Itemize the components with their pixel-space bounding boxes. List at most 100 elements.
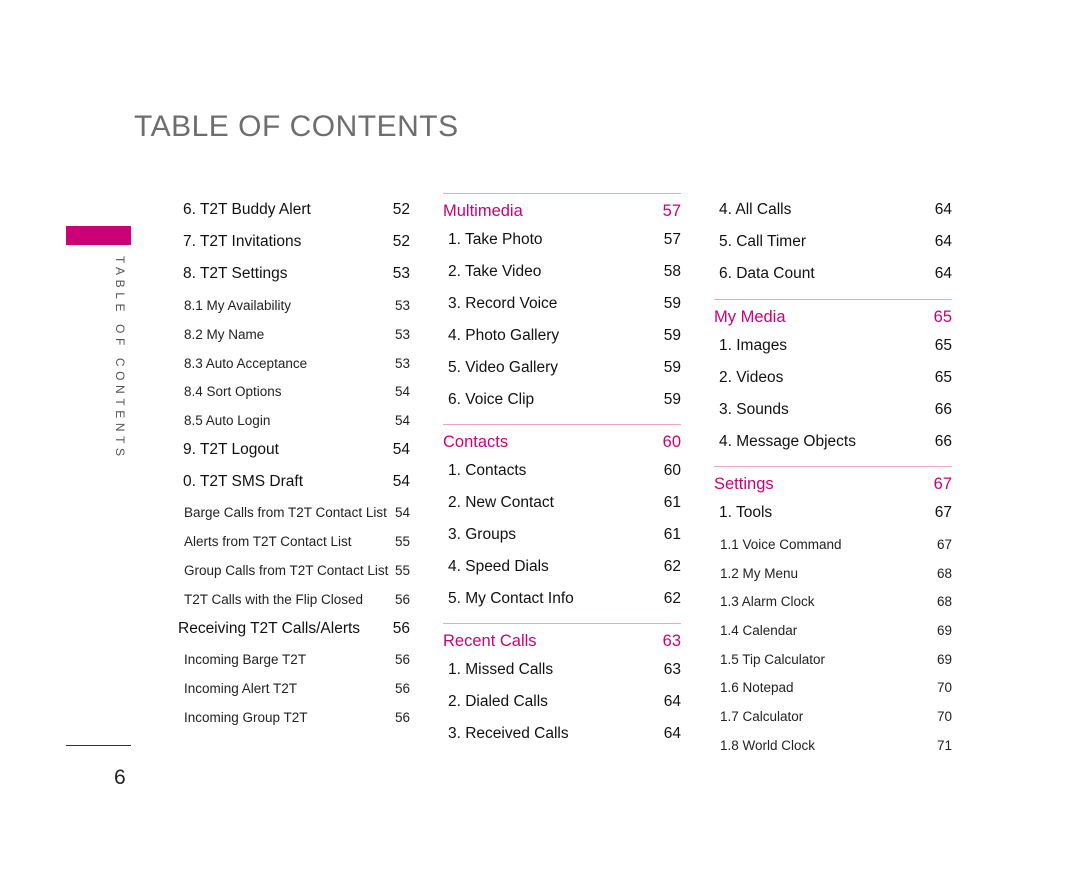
toc-entry[interactable]: Group Calls from T2T Contact List 55 bbox=[178, 563, 410, 578]
toc-entry[interactable]: 8.5 Auto Login 54 bbox=[178, 413, 410, 428]
toc-entry-title: T2T Calls with the Flip Closed bbox=[184, 592, 364, 607]
toc-entry[interactable]: 2. Take Video 58 bbox=[443, 263, 681, 281]
toc-entry[interactable]: 1.7 Calculator 70 bbox=[714, 709, 952, 724]
toc-entry[interactable]: 2. Videos 65 bbox=[714, 369, 952, 387]
toc-entry-title: 6. T2T Buddy Alert bbox=[183, 201, 311, 218]
toc-entry[interactable]: 1.8 World Clock 71 bbox=[714, 738, 952, 753]
toc-entry-title: 6. Voice Clip bbox=[448, 391, 535, 408]
toc-entry[interactable]: 1.4 Calendar 69 bbox=[714, 623, 952, 638]
toc-entry-page: 64 bbox=[934, 233, 952, 250]
toc-entry-title: 1. Tools bbox=[719, 504, 773, 521]
toc-entry[interactable]: 8.2 My Name 53 bbox=[178, 327, 410, 342]
toc-entry-title: 8.5 Auto Login bbox=[184, 413, 271, 428]
toc-entry-title: 7. T2T Invitations bbox=[183, 233, 302, 250]
toc-entry-page: 60 bbox=[662, 433, 681, 451]
toc-entry-title: 2. New Contact bbox=[448, 494, 554, 511]
toc-entry-page: 63 bbox=[663, 661, 681, 678]
toc-entry[interactable]: 3. Groups 61 bbox=[443, 526, 681, 544]
toc-entry-title: 1.7 Calculator bbox=[720, 709, 804, 724]
toc-entry[interactable]: 1.6 Notepad 70 bbox=[714, 680, 952, 695]
section-divider bbox=[443, 623, 681, 624]
toc-entry-title: 4. Photo Gallery bbox=[448, 327, 560, 344]
toc-entry-page: 53 bbox=[394, 327, 410, 342]
toc-entry-title: 5. My Contact Info bbox=[448, 590, 574, 607]
toc-entry-title: 5. Video Gallery bbox=[448, 359, 558, 376]
toc-entry[interactable]: 1.3 Alarm Clock 68 bbox=[714, 594, 952, 609]
toc-entry[interactable]: 2. New Contact 61 bbox=[443, 494, 681, 512]
toc-entry-title: Incoming Barge T2T bbox=[184, 652, 307, 667]
toc-entry-title: 0. T2T SMS Draft bbox=[183, 473, 304, 490]
toc-section-heading[interactable]: Contacts 60 bbox=[443, 433, 681, 452]
toc-entry-page: 67 bbox=[934, 504, 952, 521]
toc-entry-title: 1.4 Calendar bbox=[720, 623, 798, 638]
toc-entry-title: 1.5 Tip Calculator bbox=[720, 652, 826, 667]
toc-entry[interactable]: 4. Photo Gallery 59 bbox=[443, 327, 681, 345]
toc-entry-title: 1.3 Alarm Clock bbox=[720, 594, 815, 609]
toc-entry-page: 64 bbox=[934, 265, 952, 282]
toc-entry[interactable]: 8.3 Auto Acceptance 53 bbox=[178, 356, 410, 371]
toc-entry[interactable]: Barge Calls from T2T Contact List 54 bbox=[178, 505, 410, 520]
toc-entry[interactable]: 5. Call Timer 64 bbox=[714, 233, 952, 251]
toc-entry[interactable]: 6. Voice Clip 59 bbox=[443, 391, 681, 409]
toc-entry[interactable]: 9. T2T Logout 54 bbox=[178, 441, 410, 459]
toc-entry[interactable]: 3. Received Calls 64 bbox=[443, 725, 681, 743]
toc-entry[interactable]: Incoming Barge T2T 56 bbox=[178, 652, 410, 667]
toc-entry-title: 1.2 My Menu bbox=[720, 566, 799, 581]
toc-entry[interactable]: Incoming Group T2T 56 bbox=[178, 710, 410, 725]
toc-entry[interactable]: 1. Tools 67 bbox=[714, 504, 952, 522]
toc-entry[interactable]: 4. All Calls 64 bbox=[714, 201, 952, 219]
toc-entry-page: 54 bbox=[394, 413, 410, 428]
toc-entry-page: 59 bbox=[663, 391, 681, 408]
toc-entry-title: Incoming Group T2T bbox=[184, 710, 308, 725]
toc-section-heading[interactable]: Recent Calls 63 bbox=[443, 632, 681, 651]
toc-entry-title: 2. Dialed Calls bbox=[448, 693, 548, 710]
toc-section-heading[interactable]: Settings 67 bbox=[714, 475, 952, 494]
toc-entry[interactable]: T2T Calls with the Flip Closed 56 bbox=[178, 592, 410, 607]
toc-entry[interactable]: 3. Record Voice 59 bbox=[443, 295, 681, 313]
toc-entry-title: Multimedia bbox=[443, 202, 523, 220]
toc-entry-title: 4. Speed Dials bbox=[448, 558, 549, 575]
toc-entry-page: 64 bbox=[934, 201, 952, 218]
toc-entry[interactable]: 1. Take Photo 57 bbox=[443, 231, 681, 249]
toc-entry[interactable]: Incoming Alert T2T 56 bbox=[178, 681, 410, 696]
toc-entry-page: 67 bbox=[936, 537, 952, 552]
toc-entry-page: 63 bbox=[662, 632, 681, 650]
toc-entry[interactable]: 4. Message Objects 66 bbox=[714, 433, 952, 451]
toc-entry-page: 65 bbox=[934, 369, 952, 386]
toc-entry-title: 9. T2T Logout bbox=[183, 441, 279, 458]
side-section-label: TABLE OF CONTENTS bbox=[113, 256, 127, 461]
section-divider bbox=[443, 424, 681, 425]
toc-entry-title: 1.6 Notepad bbox=[720, 680, 794, 695]
toc-entry-page: 68 bbox=[936, 594, 952, 609]
toc-entry[interactable]: 1.1 Voice Command 67 bbox=[714, 537, 952, 552]
toc-section-heading[interactable]: Multimedia 57 bbox=[443, 202, 681, 221]
toc-entry[interactable]: 5. My Contact Info 62 bbox=[443, 590, 681, 608]
toc-entry-page: 65 bbox=[933, 308, 952, 326]
toc-entry[interactable]: 8. T2T Settings 53 bbox=[178, 265, 410, 283]
toc-entry[interactable]: 1. Missed Calls 63 bbox=[443, 661, 681, 679]
toc-entry[interactable]: Receiving T2T Calls/Alerts 56 bbox=[178, 620, 410, 638]
toc-entry[interactable]: 0. T2T SMS Draft 54 bbox=[178, 473, 410, 491]
toc-entry[interactable]: 3. Sounds 66 bbox=[714, 401, 952, 419]
toc-section-heading[interactable]: My Media 65 bbox=[714, 308, 952, 327]
toc-entry[interactable]: 2. Dialed Calls 64 bbox=[443, 693, 681, 711]
toc-entry-title: 8.3 Auto Acceptance bbox=[184, 356, 308, 371]
toc-entry[interactable]: 1. Contacts 60 bbox=[443, 462, 681, 480]
toc-entry[interactable]: 8.1 My Availability 53 bbox=[178, 298, 410, 313]
toc-entry-page: 61 bbox=[663, 526, 681, 543]
toc-entry[interactable]: 1. Images 65 bbox=[714, 337, 952, 355]
toc-entry[interactable]: 1.2 My Menu 68 bbox=[714, 566, 952, 581]
toc-entry[interactable]: 7. T2T Invitations 52 bbox=[178, 233, 410, 251]
toc-entry[interactable]: 6. T2T Buddy Alert 52 bbox=[178, 201, 410, 219]
toc-entry-title: 1. Images bbox=[719, 337, 788, 354]
toc-entry-title: Settings bbox=[714, 475, 774, 493]
toc-entry[interactable]: 5. Video Gallery 59 bbox=[443, 359, 681, 377]
toc-entry[interactable]: 6. Data Count 64 bbox=[714, 265, 952, 283]
toc-entry[interactable]: 8.4 Sort Options 54 bbox=[178, 384, 410, 399]
toc-entry[interactable]: Alerts from T2T Contact List 55 bbox=[178, 534, 410, 549]
toc-entry-title: Alerts from T2T Contact List bbox=[184, 534, 352, 549]
toc-entry[interactable]: 1.5 Tip Calculator 69 bbox=[714, 652, 952, 667]
toc-entry[interactable]: 4. Speed Dials 62 bbox=[443, 558, 681, 576]
toc-entry-page: 59 bbox=[663, 359, 681, 376]
toc-entry-page: 54 bbox=[392, 441, 410, 458]
